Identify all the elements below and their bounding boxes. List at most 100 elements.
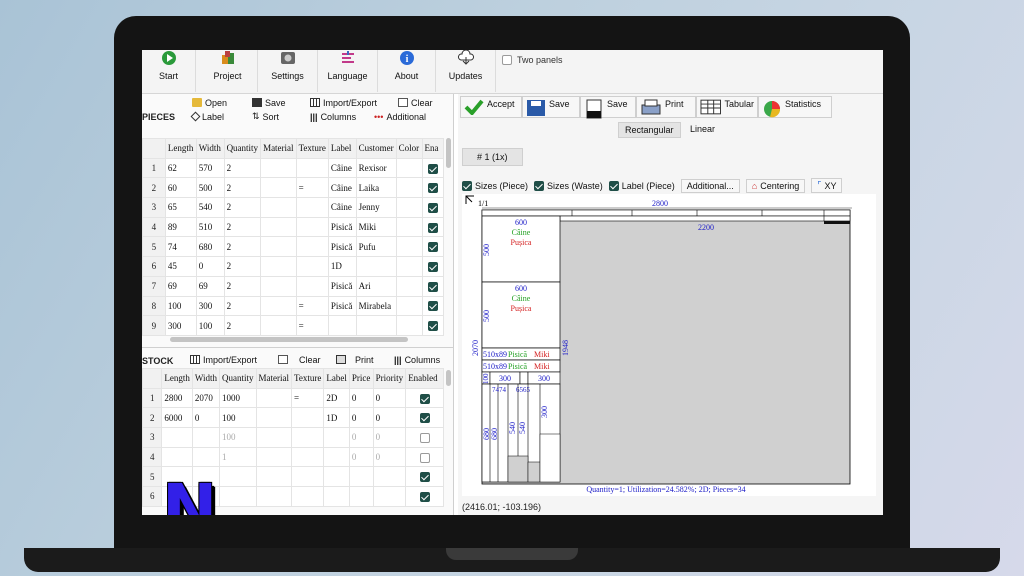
cell-material[interactable] [260, 256, 297, 277]
cell-material[interactable] [260, 295, 297, 317]
cell-quantity[interactable]: 100 [219, 427, 257, 448]
cell-material[interactable] [260, 157, 297, 179]
xy-button[interactable]: ⌜ XY [811, 178, 843, 193]
cell-quantity[interactable]: 2 [223, 197, 262, 218]
col-header[interactable]: Ena [421, 138, 445, 159]
cell-priority[interactable]: 0 [372, 387, 407, 409]
cell-quantity[interactable]: 2 [223, 315, 262, 336]
results-save-button[interactable]: Save [522, 96, 580, 118]
col-header[interactable]: Width [195, 138, 225, 159]
enabled-checkbox[interactable] [419, 491, 430, 502]
piece[interactable] [539, 433, 561, 483]
cell-width[interactable]: 100 [195, 315, 225, 336]
enabled-checkbox[interactable] [427, 261, 438, 272]
col-header[interactable]: Enabled [405, 368, 444, 389]
cell-customer[interactable]: Miki [355, 216, 397, 238]
project-button[interactable]: Project [198, 50, 258, 92]
cell-enabled[interactable] [405, 387, 444, 409]
cell-material[interactable] [260, 315, 297, 336]
cell-label[interactable] [323, 446, 350, 468]
col-header[interactable]: Length [161, 368, 193, 389]
cell-texture[interactable] [291, 407, 325, 429]
col-header[interactable]: Material [255, 368, 293, 389]
cell-priority[interactable]: 0 [372, 427, 407, 448]
cell-customer[interactable]: Pufu [355, 236, 397, 258]
cell-width[interactable]: 680 [195, 236, 225, 258]
table-row[interactable]: 4 1 00 [142, 446, 444, 468]
cell-length[interactable]: 100 [164, 295, 197, 317]
cell-texture[interactable] [295, 236, 329, 258]
col-header[interactable]: Priority [372, 368, 407, 389]
cell-label[interactable]: 1D [323, 407, 350, 429]
cell-enabled[interactable] [421, 295, 445, 317]
cell-length[interactable]: 62 [164, 157, 197, 179]
sizes-piece-checkbox[interactable] [462, 180, 472, 191]
cell-color[interactable] [395, 157, 423, 179]
pieces-save-button[interactable]: Save [252, 96, 286, 109]
cell-texture[interactable] [291, 466, 325, 488]
cell-material[interactable] [255, 387, 293, 409]
table-row[interactable]: 7 69 69 2 Pisică Ari [142, 275, 445, 297]
about-button[interactable]: i About [378, 50, 436, 92]
cell-texture[interactable]: = [295, 315, 329, 336]
cutting-layout-canvas[interactable]: 1/1 2800 2200 600 Câine Pușica 500 600 C… [462, 194, 876, 496]
cell-texture[interactable]: = [291, 387, 325, 409]
cell-width[interactable]: 540 [195, 197, 225, 218]
cell-width[interactable]: 510 [195, 216, 225, 238]
cell-material[interactable] [255, 446, 293, 468]
col-header[interactable]: Label [327, 138, 357, 159]
table-row[interactable]: 1 62 570 2 Câine Rexisor [142, 157, 445, 179]
table-row[interactable]: 3 100 0 0 [142, 427, 444, 448]
col-header[interactable]: Quantity [219, 368, 257, 389]
cell-width[interactable]: 570 [195, 157, 225, 179]
cell-length[interactable] [161, 446, 193, 468]
table-row[interactable]: 2 6000 0 100 1D 0 0 [142, 407, 444, 429]
cell-customer[interactable] [355, 256, 397, 277]
cell-label[interactable]: Câine [327, 157, 357, 179]
settings-button[interactable]: Settings [258, 50, 318, 92]
start-button[interactable]: Start [142, 50, 196, 92]
pieces-vertical-scrollbar[interactable] [446, 138, 451, 168]
cell-label[interactable] [323, 486, 350, 507]
cell-priority[interactable] [372, 466, 407, 488]
enabled-checkbox[interactable] [427, 301, 438, 312]
cell-enabled[interactable] [405, 407, 444, 429]
cell-texture[interactable] [291, 427, 325, 448]
col-header[interactable]: Length [164, 138, 197, 159]
cell-price[interactable]: 0 [348, 407, 374, 429]
cell-width[interactable]: 0 [195, 256, 225, 277]
pieces-open-button[interactable]: Open [192, 96, 227, 109]
stock-import-export-button[interactable]: Import/Export [190, 353, 257, 366]
cell-width[interactable] [191, 427, 221, 448]
cell-priority[interactable]: 0 [372, 446, 407, 468]
cell-texture[interactable] [291, 486, 325, 507]
cell-texture[interactable]: = [295, 177, 329, 199]
centering-button[interactable]: ⌂ Centering [745, 178, 806, 193]
cell-customer[interactable] [355, 315, 397, 336]
enabled-checkbox[interactable] [427, 242, 438, 253]
cell-texture[interactable] [295, 216, 329, 238]
cell-enabled[interactable] [421, 177, 445, 199]
cell-color[interactable] [395, 236, 423, 258]
col-header[interactable]: Label [323, 368, 350, 389]
label-piece-checkbox[interactable] [608, 180, 619, 191]
table-row[interactable]: 1 2800 2070 1000 = 2D 0 0 [142, 387, 444, 409]
col-header[interactable]: Width [191, 368, 221, 389]
table-row[interactable]: 4 89 510 2 Pisică Miki [142, 216, 445, 238]
enabled-checkbox[interactable] [427, 183, 438, 194]
enabled-checkbox[interactable] [419, 452, 430, 463]
cell-enabled[interactable] [405, 446, 444, 468]
results-print-button[interactable]: Print [636, 96, 696, 118]
cell-customer[interactable]: Laika [355, 177, 397, 199]
statistics-button[interactable]: Statistics [758, 96, 832, 118]
cell-label[interactable]: Câine [327, 197, 357, 218]
cell-material[interactable] [260, 275, 297, 297]
pieces-horizontal-scrollbar[interactable] [170, 337, 408, 342]
table-row[interactable]: 5 74 680 2 Pisică Pufu [142, 236, 445, 258]
col-header[interactable]: Texture [295, 138, 329, 159]
cell-material[interactable] [255, 427, 293, 448]
pieces-import-export-button[interactable]: Import/Export [310, 96, 377, 109]
cell-priority[interactable]: 0 [372, 407, 407, 429]
cell-length[interactable]: 65 [164, 197, 197, 218]
cell-label[interactable] [323, 427, 350, 448]
